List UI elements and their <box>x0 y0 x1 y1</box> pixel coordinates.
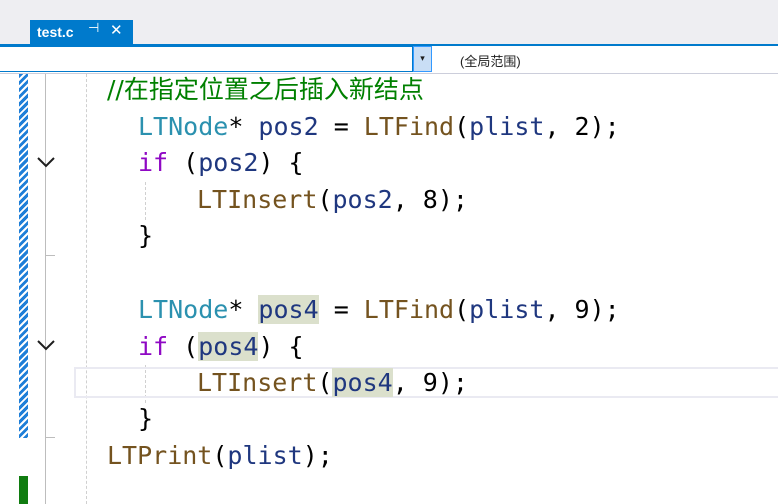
punct: ( <box>212 441 228 470</box>
code-line: if (pos2) { <box>138 145 304 181</box>
close-icon[interactable]: ✕ <box>110 21 123 39</box>
keyword: if <box>138 148 169 177</box>
code-line: LTPrint(plist); <box>107 438 333 474</box>
variable-highlighted: pos4 <box>332 368 393 397</box>
type-name: LTNode <box>138 112 229 141</box>
indent-guide <box>86 74 87 504</box>
type-name: LTNode <box>138 295 229 324</box>
code-line: LTNode* pos2 = LTFind(plist, 2); <box>138 109 620 145</box>
outline-end-tick <box>45 255 55 256</box>
function-name: LTFind <box>363 112 455 141</box>
code-line-current: LTInsert(pos4, 9); <box>197 365 468 401</box>
function-name: LTPrint <box>107 441 213 470</box>
punct: ( <box>168 148 199 177</box>
comment: //在指定位置之后插入新结点 <box>107 75 424 104</box>
collapse-chevron-icon[interactable] <box>36 153 56 173</box>
punct: ( <box>454 112 470 141</box>
argument: plist <box>469 112 545 141</box>
code-line: if (pos4) { <box>138 329 304 365</box>
collapse-chevron-icon[interactable] <box>36 336 56 356</box>
variable-highlighted: pos4 <box>258 295 319 324</box>
keyword: if <box>138 332 169 361</box>
function-name: LTInsert <box>197 185 318 214</box>
code-line: LTInsert(pos2, 8); <box>197 182 468 218</box>
variable: pos2 <box>258 112 319 141</box>
operator: = <box>318 112 364 141</box>
pin-icon[interactable]: ⊣ <box>88 21 99 36</box>
variable: pos2 <box>198 148 259 177</box>
indent-guide <box>145 182 146 220</box>
outline-end-tick <box>45 437 55 438</box>
punct: , 9); <box>392 368 468 397</box>
editor-gutter <box>0 74 70 504</box>
change-tracking-bar <box>19 74 28 438</box>
argument: plist <box>227 441 303 470</box>
project-dropdown[interactable] <box>0 46 413 72</box>
variable: pos2 <box>332 185 393 214</box>
tab-test-c[interactable]: test.c ⊣ ✕ <box>30 20 133 44</box>
code-line: } <box>138 218 153 254</box>
saved-change-bar <box>19 476 28 504</box>
punct: ( <box>317 185 333 214</box>
punct: ); <box>302 441 333 470</box>
argument: plist <box>469 295 545 324</box>
variable-highlighted: pos4 <box>198 332 259 361</box>
pointer-star: * <box>228 295 259 324</box>
pointer-star: * <box>228 112 259 141</box>
punct: ( <box>168 332 199 361</box>
code-line: LTNode* pos4 = LTFind(plist, 9); <box>138 292 620 328</box>
scope-dropdown[interactable]: (全局范围) <box>460 51 521 70</box>
punct: ( <box>454 295 470 324</box>
brace: } <box>138 404 154 433</box>
navigation-bar: ▾ (全局范围) <box>0 46 778 74</box>
punct: ) { <box>258 148 304 177</box>
brace: } <box>138 221 154 250</box>
punct: , 2); <box>544 112 620 141</box>
punct: ) { <box>258 332 304 361</box>
operator: = <box>318 295 364 324</box>
function-name: LTInsert <box>197 368 318 397</box>
code-line-comment: //在指定位置之后插入新结点 <box>107 72 424 108</box>
tab-filename: test.c <box>37 24 74 40</box>
punct: ( <box>317 368 333 397</box>
code-line: } <box>138 401 153 437</box>
punct: , 8); <box>392 185 468 214</box>
punct: , 9); <box>544 295 620 324</box>
function-name: LTFind <box>363 295 455 324</box>
outline-line <box>45 74 46 504</box>
chevron-down-icon[interactable]: ▾ <box>413 46 432 72</box>
